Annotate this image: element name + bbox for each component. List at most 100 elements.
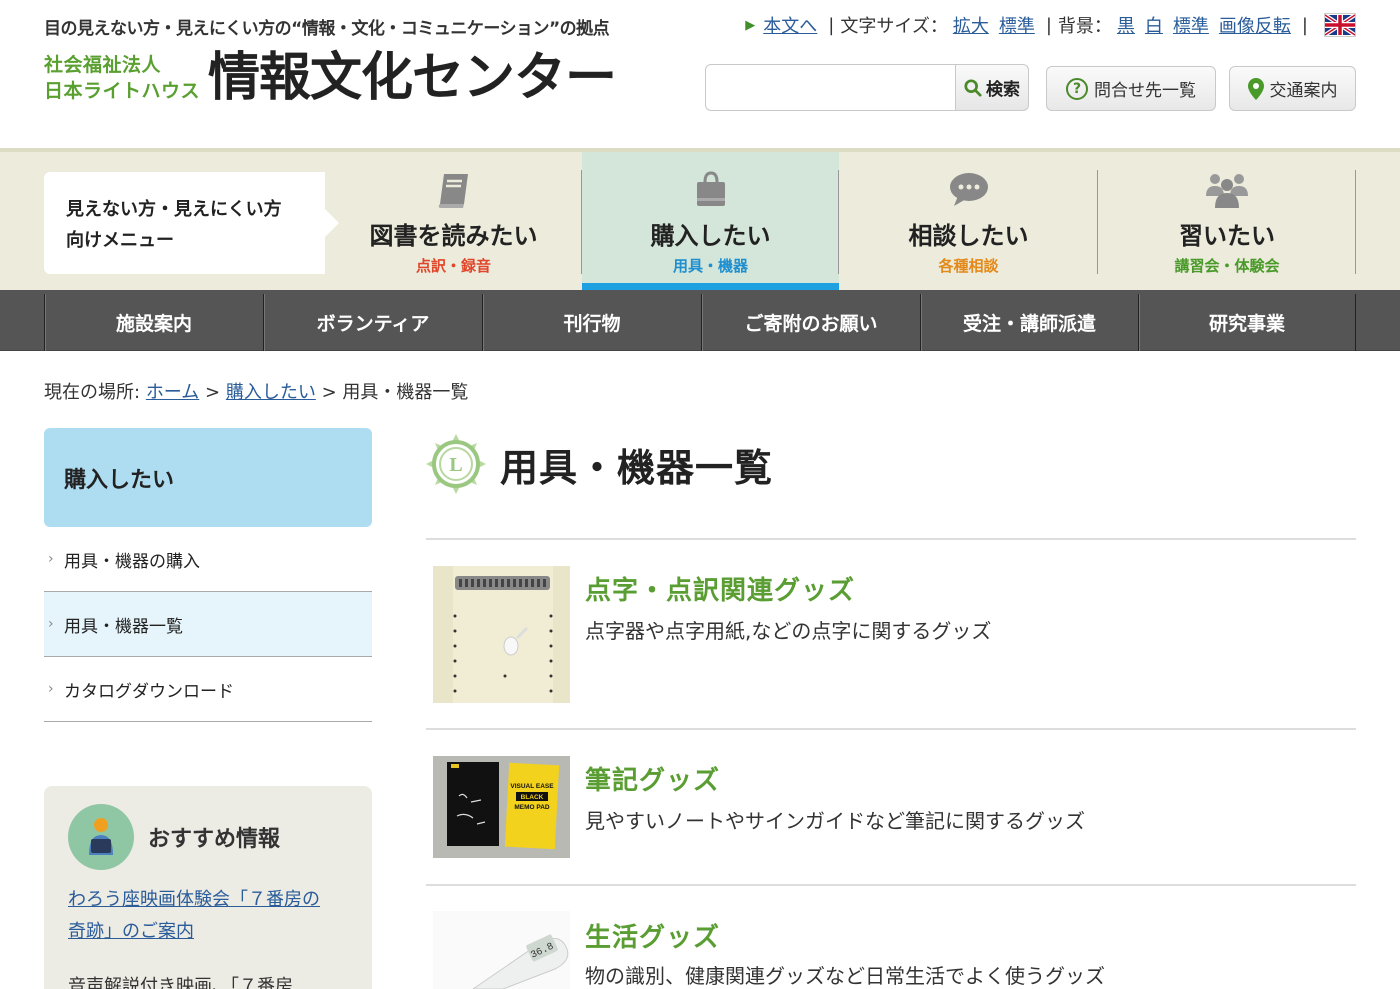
nav-read-books[interactable]: 図書を読みたい 点訳・録音 — [325, 152, 582, 290]
menu-label: 見えない方・見えにくい方 向けメニュー — [44, 172, 339, 274]
recommend-box: おすすめ情報 わろう座映画体験会「７番房の 奇跡」のご案内 音声解説付き映画、「… — [44, 786, 372, 989]
access-label: 交通案内 — [1269, 81, 1338, 101]
bg-white-link[interactable]: 白 — [1145, 12, 1163, 38]
nav-consult[interactable]: 相談したい 各種相談 — [839, 152, 1098, 290]
people-group-icon — [1206, 174, 1248, 208]
sidebar-item-catalog-download[interactable]: › カタログダウンロード — [44, 657, 372, 722]
subnav-research[interactable]: 研究事業 — [1138, 294, 1356, 351]
sidebar-item-label: 用具・機器の購入 — [64, 551, 200, 572]
memo-pad-label-2: BLACK — [521, 794, 544, 801]
nav-learn[interactable]: 習いたい 講習会・体験会 — [1098, 152, 1356, 290]
separator: | — [1301, 14, 1308, 36]
separator: | — [828, 14, 835, 36]
logo-name: 情報文化センター — [208, 48, 617, 108]
font-enlarge-link[interactable]: 拡大 — [953, 12, 989, 38]
sidebar-item-label: カタログダウンロード — [64, 681, 234, 702]
recommend-text: 音声解説付き映画、「７番房 — [68, 976, 293, 989]
shopping-bag-icon — [696, 171, 725, 206]
nav-purchase[interactable]: 購入したい 用具・機器 — [582, 152, 839, 290]
skip-to-content-link[interactable]: 本文へ — [763, 12, 817, 38]
nav-subtitle: 各種相談 — [938, 257, 999, 275]
question-icon: ? — [1066, 77, 1088, 100]
category-title[interactable]: 生活グッズ — [585, 917, 720, 954]
logo-org-line2: 日本ライトハウス — [44, 80, 201, 102]
nav-title: 習いたい — [1179, 222, 1275, 250]
braille-slate-image — [433, 566, 570, 703]
person-reading-icon — [68, 804, 134, 870]
category-writing[interactable]: VISUAL EASE BLACK MEMO PAD 筆記グッズ 見やすいノート… — [426, 730, 1356, 886]
subnav-donation[interactable]: ご寄附のお願い — [701, 294, 920, 351]
nav-subtitle: 点訳・録音 — [415, 257, 491, 275]
font-standard-link[interactable]: 標準 — [999, 12, 1035, 38]
sidebar-menu: › 用具・機器の購入 › 用具・機器一覧 › カタログダウンロード — [44, 527, 372, 722]
logo-org-line1: 社会福祉法人 — [44, 54, 162, 76]
lighthouse-emblem-icon: L — [426, 434, 486, 494]
nav-subtitle: 講習会・体験会 — [1174, 257, 1280, 275]
access-button[interactable]: 交通案内 — [1229, 66, 1356, 111]
chevron-right-icon: › — [48, 681, 54, 697]
sub-navigation: 施設案内 ボランティア 刊行物 ご寄附のお願い 受注・講師派遣 研究事業 — [0, 290, 1400, 351]
category-description: 物の識別、健康関連グッズなど日常生活でよく使うグッズ — [585, 964, 1105, 988]
main-navigation: 見えない方・見えにくい方 向けメニュー 図書を読みたい 点訳・録音 購入したい … — [0, 148, 1400, 290]
subnav-facility[interactable]: 施設案内 — [44, 294, 263, 351]
breadcrumb-separator: > — [321, 382, 337, 403]
category-title[interactable]: 点字・点訳関連グッズ — [585, 570, 855, 607]
memo-pad-image: VISUAL EASE BLACK MEMO PAD — [433, 756, 570, 858]
category-daily-life[interactable]: 36.8 生活グッズ 物の識別、健康関連グッズなど日常生活でよく使うグッズ — [426, 885, 1356, 989]
bg-invert-link[interactable]: 画像反転 — [1219, 12, 1291, 38]
search-button[interactable]: 検索 — [956, 64, 1029, 111]
category-title[interactable]: 筆記グッズ — [585, 760, 720, 797]
nav-title: 相談したい — [908, 222, 1029, 250]
font-size-label: 文字サイズ： — [840, 16, 948, 37]
map-pin-icon — [1247, 77, 1264, 100]
nav-subtitle: 用具・機器 — [672, 257, 748, 275]
recommend-title: おすすめ情報 — [148, 827, 281, 852]
menu-label-line1: 見えない方・見えにくい方 — [66, 199, 282, 220]
breadcrumb-label: 現在の場所: — [44, 382, 141, 403]
subnav-publications[interactable]: 刊行物 — [482, 294, 701, 351]
menu-label-line2: 向けメニュー — [66, 230, 174, 251]
subnav-orders[interactable]: 受注・講師派遣 — [920, 294, 1138, 351]
category-braille[interactable]: 点字・点訳関連グッズ 点字器や点字用紙,などの点字に関するグッズ — [426, 540, 1356, 730]
page-title: L 用具・機器一覧 — [426, 434, 773, 494]
separator: | — [1045, 14, 1052, 36]
divider — [1355, 170, 1356, 274]
search-form: 検索 — [705, 64, 1029, 111]
page-heading: 用具・機器一覧 — [500, 445, 774, 490]
breadcrumb-parent[interactable]: 購入したい — [226, 382, 316, 403]
sidebar-item-equipment-list[interactable]: › 用具・機器一覧 — [44, 592, 372, 657]
subnav-volunteer[interactable]: ボランティア — [263, 294, 482, 351]
category-description: 点字器や点字用紙,などの点字に関するグッズ — [585, 619, 992, 643]
nav-title: 購入したい — [650, 222, 771, 250]
book-icon — [438, 174, 468, 208]
breadcrumb-separator: > — [205, 382, 221, 403]
search-input[interactable] — [705, 64, 956, 111]
uk-flag-icon[interactable] — [1324, 13, 1356, 37]
bg-black-link[interactable]: 黒 — [1117, 12, 1135, 38]
speech-bubble-icon — [949, 173, 988, 206]
logo-org: 社会福祉法人 日本ライトハウス — [44, 52, 200, 104]
search-icon — [964, 78, 982, 97]
bg-standard-link[interactable]: 標準 — [1173, 12, 1209, 38]
breadcrumb: 現在の場所: ホーム > 購入したい > 用具・機器一覧 — [44, 378, 468, 404]
recommend-link-line1: わろう座映画体験会「７番房の — [68, 889, 320, 910]
thermometer-image: 36.8 — [433, 911, 570, 989]
triangle-right-icon: ▶ — [745, 17, 756, 33]
background-label: 背景： — [1057, 16, 1112, 37]
site-tagline: 目の見えない方・見えにくい方の“情報・文化・コミュニケーション”の拠点 — [44, 19, 610, 39]
svg-text:L: L — [449, 454, 462, 476]
sidebar-item-label: 用具・機器一覧 — [64, 616, 183, 637]
chevron-right-icon: › — [48, 551, 54, 567]
nav-title: 図書を読みたい — [369, 222, 538, 250]
memo-pad-label-1: VISUAL EASE — [510, 783, 554, 790]
search-button-label: 検索 — [986, 80, 1020, 100]
contact-list-button[interactable]: ? 問合せ先一覧 — [1046, 66, 1216, 111]
breadcrumb-current: 用具・機器一覧 — [342, 382, 469, 403]
sidebar-heading[interactable]: 購入したい — [44, 428, 372, 527]
sidebar-item-purchase[interactable]: › 用具・機器の購入 — [44, 527, 372, 592]
site-logo[interactable]: 社会福祉法人 日本ライトハウス 情報文化センター — [44, 48, 617, 108]
breadcrumb-home[interactable]: ホーム — [146, 382, 199, 403]
utility-bar: ▶ 本文へ | 文字サイズ： 拡大 標準 | 背景： 黒 白 標準 画像反転 | — [745, 12, 1356, 38]
chevron-right-icon: › — [48, 616, 54, 632]
recommend-link[interactable]: わろう座映画体験会「７番房の 奇跡」のご案内 — [68, 884, 348, 948]
